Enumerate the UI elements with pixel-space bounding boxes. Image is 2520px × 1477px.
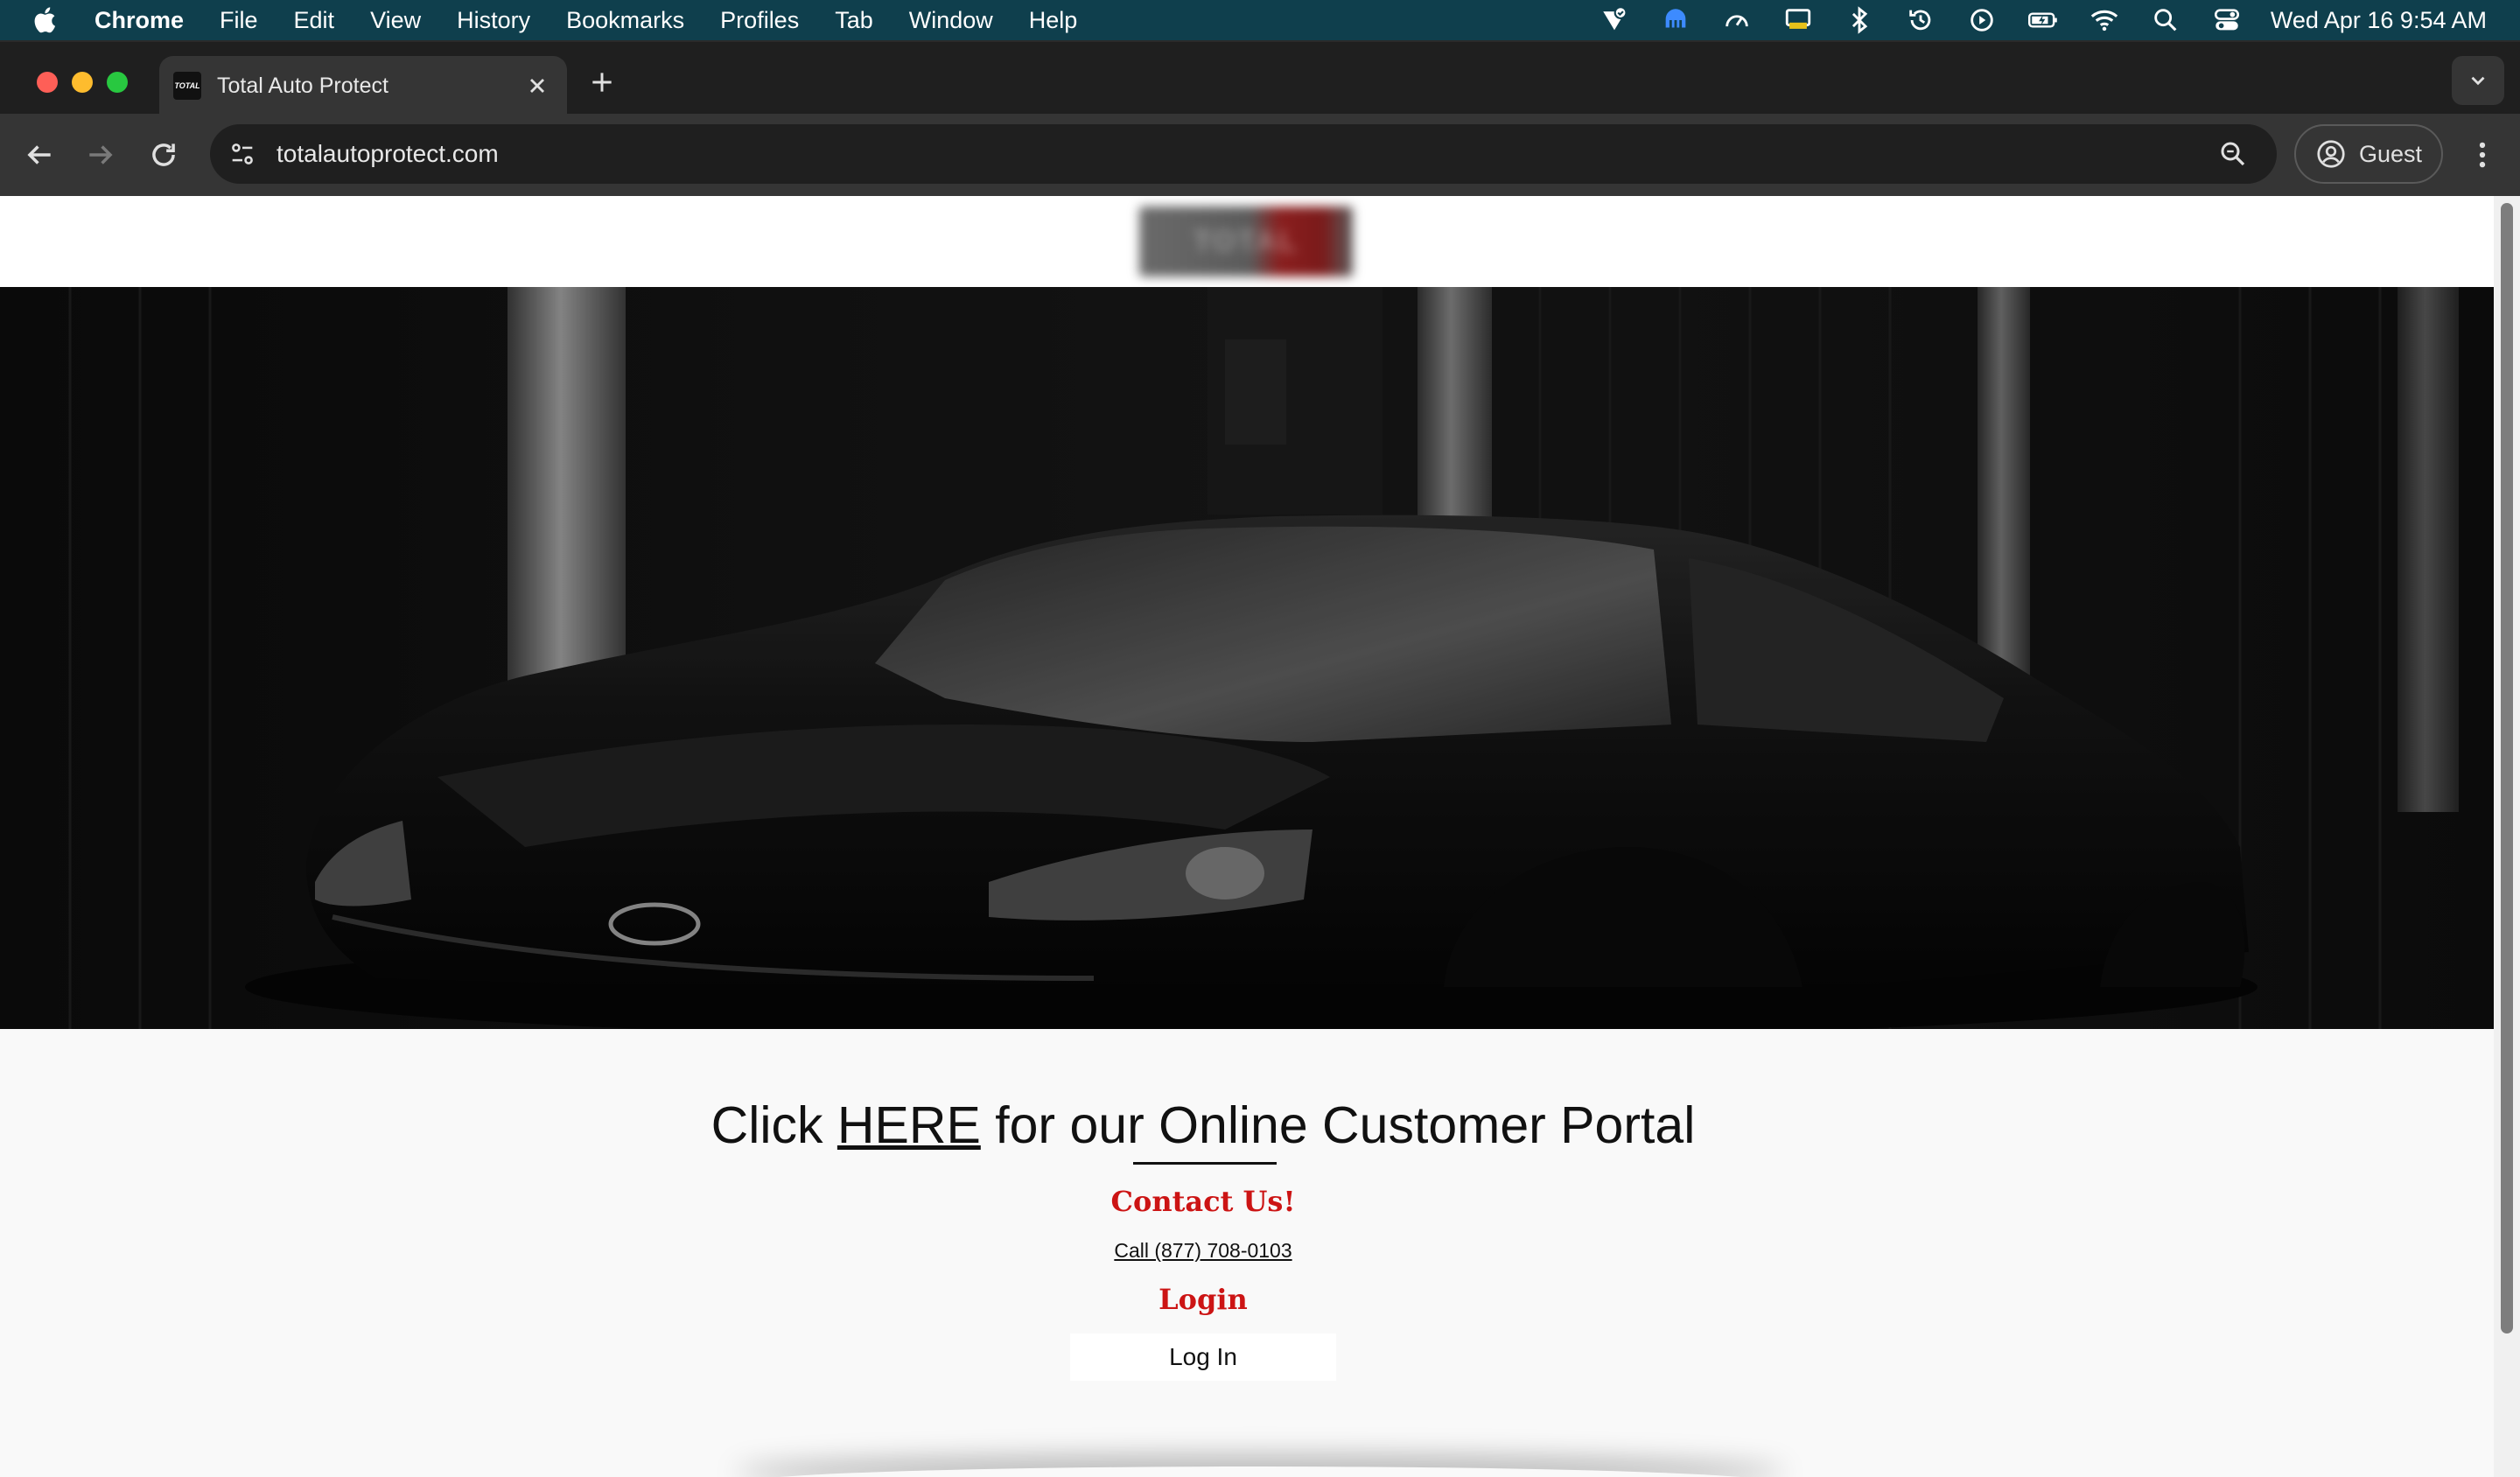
spotlight-search-icon[interactable] [2148, 5, 2183, 35]
favicon-text: TOTAL [174, 81, 200, 90]
log-in-button[interactable]: Log In [1070, 1334, 1336, 1381]
url-text[interactable]: totalautoprotect.com [276, 140, 2217, 168]
menu-tab[interactable]: Tab [835, 7, 873, 34]
menu-bookmarks[interactable]: Bookmarks [566, 7, 684, 34]
window-minimize-button[interactable] [72, 72, 93, 93]
portal-headline-prefix: Click [710, 1096, 837, 1154]
menu-edit[interactable]: Edit [294, 7, 335, 34]
site-logo[interactable]: TOTAL [1139, 206, 1353, 276]
profile-guest-button[interactable]: Guest [2294, 124, 2443, 184]
menu-history[interactable]: History [457, 7, 530, 34]
window-maximize-button[interactable] [107, 72, 128, 93]
web-page-viewport: TOTAL Click HERE for our Online Customer… [0, 196, 2494, 1477]
back-arrow-icon[interactable] [23, 138, 56, 172]
portal-headline: Click HERE for our Online Customer Porta… [0, 1096, 2406, 1155]
site-header: TOTAL [0, 196, 2494, 287]
menu-profiles[interactable]: Profiles [720, 7, 799, 34]
zoom-magnifier-icon[interactable] [2217, 138, 2249, 170]
display-icon[interactable] [1781, 5, 1816, 35]
cloud-app-icon[interactable] [1658, 5, 1693, 35]
reload-icon[interactable] [147, 138, 180, 172]
kebab-menu-icon[interactable] [2466, 138, 2499, 172]
battery-charging-icon[interactable] [2026, 5, 2061, 35]
next-section-shadow [735, 1466, 1785, 1477]
apple-logo-icon[interactable] [32, 5, 61, 35]
chevron-down-icon [2471, 76, 2485, 86]
page-scrollbar-track[interactable] [2494, 196, 2520, 1477]
hero-car-illustration [0, 287, 2494, 1029]
vpn-check-icon[interactable] [1597, 5, 1632, 35]
control-center-icon[interactable] [2209, 5, 2244, 35]
time-machine-icon[interactable] [1903, 5, 1938, 35]
page-scrollbar-thumb[interactable] [2501, 203, 2513, 1334]
window-close-button[interactable] [37, 72, 58, 93]
site-logo-text: TOTAL [1193, 224, 1299, 258]
hero-car-image [0, 287, 2494, 1029]
tab-total-auto-protect[interactable]: TOTAL Total Auto Protect [159, 56, 567, 116]
phone-call-link[interactable]: Call (877) 708-0103 [0, 1239, 2406, 1263]
guest-avatar-icon [2317, 140, 2345, 168]
page-content: Click HERE for our Online Customer Porta… [0, 1029, 2494, 1477]
tab-strip: TOTAL Total Auto Protect [0, 40, 2520, 116]
new-tab-icon[interactable] [588, 68, 616, 96]
portal-here-link[interactable]: HERE [837, 1096, 981, 1154]
menu-bar-clock[interactable]: Wed Apr 16 9:54 AM [2271, 7, 2487, 34]
contact-us-heading: Contact Us! [1110, 1185, 1296, 1218]
login-heading: Login [1158, 1283, 1248, 1316]
headline-divider [1133, 1162, 1277, 1165]
address-bar[interactable]: totalautoprotect.com [210, 124, 2277, 184]
macos-menu-bar: Chrome File Edit View History Bookmarks … [0, 0, 2520, 40]
menu-view[interactable]: View [370, 7, 421, 34]
tab-title: Total Auto Protect [217, 73, 388, 98]
browser-toolbar: totalautoprotect.com Guest [0, 114, 2520, 196]
gauge-icon[interactable] [1719, 5, 1754, 35]
site-favicon-icon: TOTAL [173, 72, 201, 100]
forward-arrow-icon[interactable] [84, 138, 117, 172]
play-circle-icon[interactable] [1964, 5, 1999, 35]
wifi-icon[interactable] [2087, 5, 2122, 35]
tab-close-icon[interactable] [525, 74, 550, 98]
menu-window[interactable]: Window [909, 7, 993, 34]
portal-headline-suffix: for our Online Customer Portal [980, 1096, 1696, 1154]
menu-file[interactable]: File [220, 7, 258, 34]
tab-search-button[interactable] [2452, 56, 2504, 105]
bluetooth-icon[interactable] [1842, 5, 1877, 35]
profile-label: Guest [2359, 140, 2423, 167]
menu-app-name[interactable]: Chrome [94, 7, 184, 34]
site-info-tune-icon[interactable] [228, 139, 257, 169]
menu-help[interactable]: Help [1029, 7, 1078, 34]
